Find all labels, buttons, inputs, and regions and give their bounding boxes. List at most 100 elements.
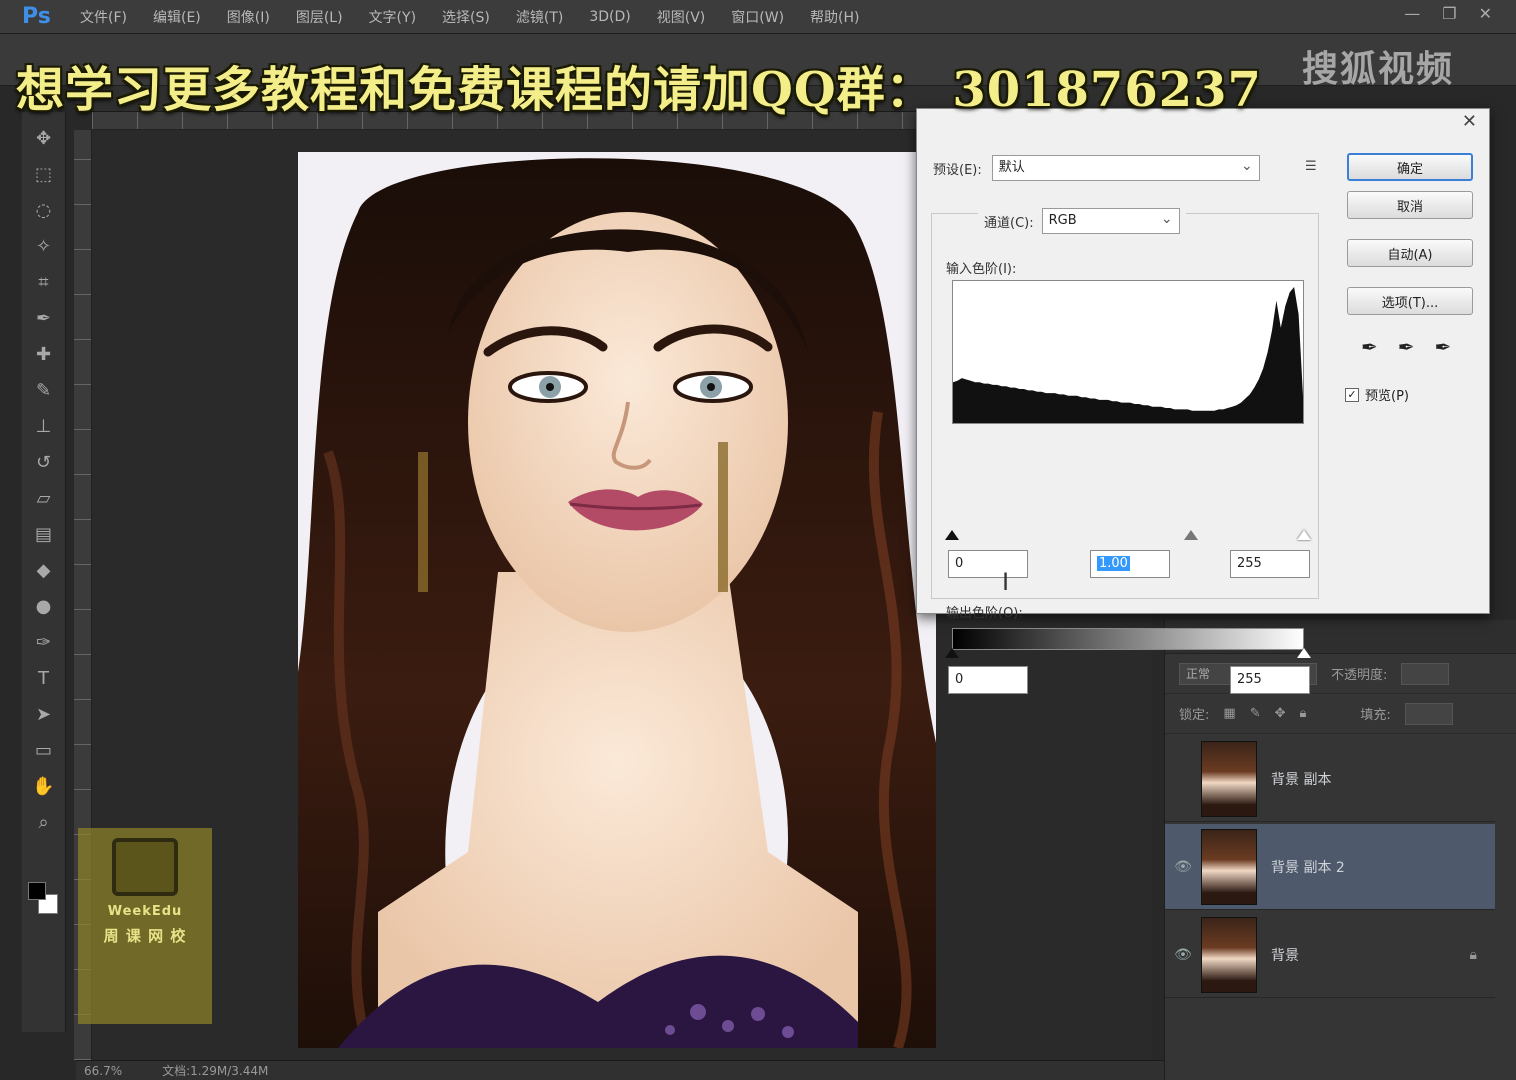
history-brush-tool-icon[interactable]: ↺ <box>30 448 58 476</box>
input-white-handle[interactable] <box>1297 530 1311 540</box>
weekedu-logo-overlay: WeekEdu 周 课 网 校 <box>78 828 212 1024</box>
blend-row: 正常 不透明度: <box>1165 654 1516 694</box>
lock-label: 锁定: <box>1179 708 1210 723</box>
quick-select-tool-icon[interactable]: ✧ <box>30 232 58 260</box>
move-tool-icon[interactable]: ✥ <box>30 124 58 152</box>
output-levels-label: 输出色阶(O): <box>946 606 1023 621</box>
channel-select[interactable]: RGB <box>1041 207 1180 234</box>
output-white-handle[interactable] <box>1297 648 1311 658</box>
layer-lock-icon: 🔒︎ <box>1469 946 1477 963</box>
preview-row: ✓ 预览(P) <box>1345 385 1409 404</box>
opacity-field[interactable] <box>1401 662 1450 685</box>
type-tool-icon[interactable]: T <box>30 664 58 692</box>
preset-select[interactable]: 默认 <box>991 154 1260 181</box>
eyedropper-group: ✒ ✒ ✒ <box>1361 335 1451 359</box>
lock-move-icon[interactable]: ✥ <box>1275 706 1286 721</box>
menu-select[interactable]: 选择(S) <box>442 7 490 27</box>
crop-tool-icon[interactable]: ⌗ <box>30 268 58 296</box>
document-image[interactable] <box>298 152 936 1048</box>
input-levels-label: 输入色阶(I): <box>946 262 1017 277</box>
menu-file[interactable]: 文件(F) <box>80 7 127 27</box>
input-black-field[interactable]: 0 <box>948 550 1028 578</box>
input-gamma-value: 1.00 <box>1097 556 1130 571</box>
lock-pixels-icon[interactable]: ▦ <box>1223 706 1235 721</box>
restore-icon[interactable]: ❐ <box>1442 4 1456 23</box>
dialog-close-icon[interactable]: ✕ <box>1462 111 1477 132</box>
input-gamma-field[interactable]: 1.00 <box>1090 550 1170 578</box>
pen-tool-icon[interactable]: ✑ <box>30 628 58 656</box>
preset-label: 预设(E): <box>933 162 982 178</box>
foreground-color-swatch[interactable] <box>28 882 46 900</box>
layer-thumbnail <box>1201 740 1257 817</box>
channel-row: 通道(C): RGB <box>978 207 1186 234</box>
output-white-field[interactable]: 255 <box>1230 666 1310 694</box>
menu-bar: Ps 文件(F) 编辑(E) 图像(I) 图层(L) 文字(Y) 选择(S) 滤… <box>0 0 1516 34</box>
minimize-icon[interactable]: — <box>1404 4 1420 23</box>
histogram-area <box>953 287 1303 423</box>
layer-row[interactable]: 背景 副本 <box>1165 736 1495 822</box>
zoom-tool-icon[interactable]: ⌕ <box>30 808 58 836</box>
visibility-eye-icon[interactable]: 👁︎ <box>1165 947 1201 963</box>
dodge-tool-icon[interactable]: ● <box>30 592 58 620</box>
gradient-tool-icon[interactable]: ▤ <box>30 520 58 548</box>
menu-3d[interactable]: 3D(D) <box>589 9 630 25</box>
menu-view[interactable]: 视图(V) <box>657 7 706 27</box>
fill-label: 填充: <box>1360 708 1391 723</box>
close-window-icon[interactable]: ✕ <box>1479 4 1492 23</box>
marquee-tool-icon[interactable]: ⬚ <box>30 160 58 188</box>
eyedropper-tool-icon[interactable]: ✒ <box>30 304 58 332</box>
fill-field[interactable] <box>1404 702 1453 725</box>
output-black-handle[interactable] <box>945 648 959 658</box>
histogram-graph <box>953 287 1303 423</box>
histogram <box>952 280 1304 424</box>
lock-row: 锁定: ▦ ✎ ✥ 🔒︎ 填充: <box>1165 694 1516 734</box>
blur-tool-icon[interactable]: ◆ <box>30 556 58 584</box>
white-point-eyedropper-icon[interactable]: ✒ <box>1435 335 1452 359</box>
lock-all-icon[interactable]: 🔒︎ <box>1300 706 1307 721</box>
levels-dialog: ✕ 预设(E): 默认 ☰ 通道(C): RGB 输入色阶(I): 0 1.00… <box>916 108 1490 694</box>
output-black-field[interactable]: 0 <box>948 666 1028 694</box>
layer-name: 背景 副本 2 <box>1271 859 1345 876</box>
options-button[interactable]: 选项(T)... <box>1347 287 1473 315</box>
preview-checkbox[interactable]: ✓ <box>1345 387 1359 402</box>
menu-filter[interactable]: 滤镜(T) <box>516 7 563 27</box>
logo-brand-text: WeekEdu <box>107 904 183 919</box>
menu-window[interactable]: 窗口(W) <box>731 7 784 27</box>
zoom-level[interactable]: 66.7% <box>84 1064 122 1078</box>
layer-row[interactable]: 👁︎ 背景 副本 2 <box>1165 824 1495 910</box>
input-black-handle[interactable] <box>945 530 959 540</box>
black-point-eyedropper-icon[interactable]: ✒ <box>1361 335 1378 359</box>
channel-label: 通道(C): <box>984 215 1034 231</box>
menu-type[interactable]: 文字(Y) <box>369 7 416 27</box>
input-slider[interactable] <box>945 526 1311 540</box>
path-select-tool-icon[interactable]: ➤ <box>30 700 58 728</box>
output-gradient <box>952 628 1304 650</box>
layers-panel: 图层 正常 不透明度: 锁定: ▦ ✎ ✥ 🔒︎ 填充: 背景 副本👁︎背景 副… <box>1164 620 1516 1080</box>
input-gamma-handle[interactable] <box>1184 530 1198 540</box>
menu-help[interactable]: 帮助(H) <box>810 7 859 27</box>
preview-label: 预览(P) <box>1365 389 1409 404</box>
lasso-tool-icon[interactable]: ◌ <box>30 196 58 224</box>
photoshop-window: Ps 文件(F) 编辑(E) 图像(I) 图层(L) 文字(Y) 选择(S) 滤… <box>0 0 1516 1080</box>
photoshop-logo: Ps <box>22 4 51 29</box>
layer-row[interactable]: 👁︎ 背景 🔒︎ <box>1165 912 1495 998</box>
menu-layer[interactable]: 图层(L) <box>296 7 343 27</box>
cancel-button[interactable]: 取消 <box>1347 191 1473 219</box>
eraser-tool-icon[interactable]: ▱ <box>30 484 58 512</box>
shape-tool-icon[interactable]: ▭ <box>30 736 58 764</box>
input-white-field[interactable]: 255 <box>1230 550 1310 578</box>
portrait-illustration <box>298 152 936 1048</box>
clone-stamp-tool-icon[interactable]: ⊥ <box>30 412 58 440</box>
healing-tool-icon[interactable]: ✚ <box>30 340 58 368</box>
lock-brush-icon[interactable]: ✎ <box>1250 706 1261 721</box>
video-watermark: 搜狐视频 <box>1301 49 1454 90</box>
menu-image[interactable]: 图像(I) <box>227 7 270 27</box>
auto-button[interactable]: 自动(A) <box>1347 239 1473 267</box>
preset-options-icon[interactable]: ☰ <box>1305 159 1317 174</box>
hand-tool-icon[interactable]: ✋ <box>30 772 58 800</box>
visibility-eye-icon[interactable]: 👁︎ <box>1165 859 1201 875</box>
gray-point-eyedropper-icon[interactable]: ✒ <box>1398 335 1415 359</box>
menu-edit[interactable]: 编辑(E) <box>153 7 201 27</box>
ok-button[interactable]: 确定 <box>1347 153 1473 181</box>
brush-tool-icon[interactable]: ✎ <box>30 376 58 404</box>
